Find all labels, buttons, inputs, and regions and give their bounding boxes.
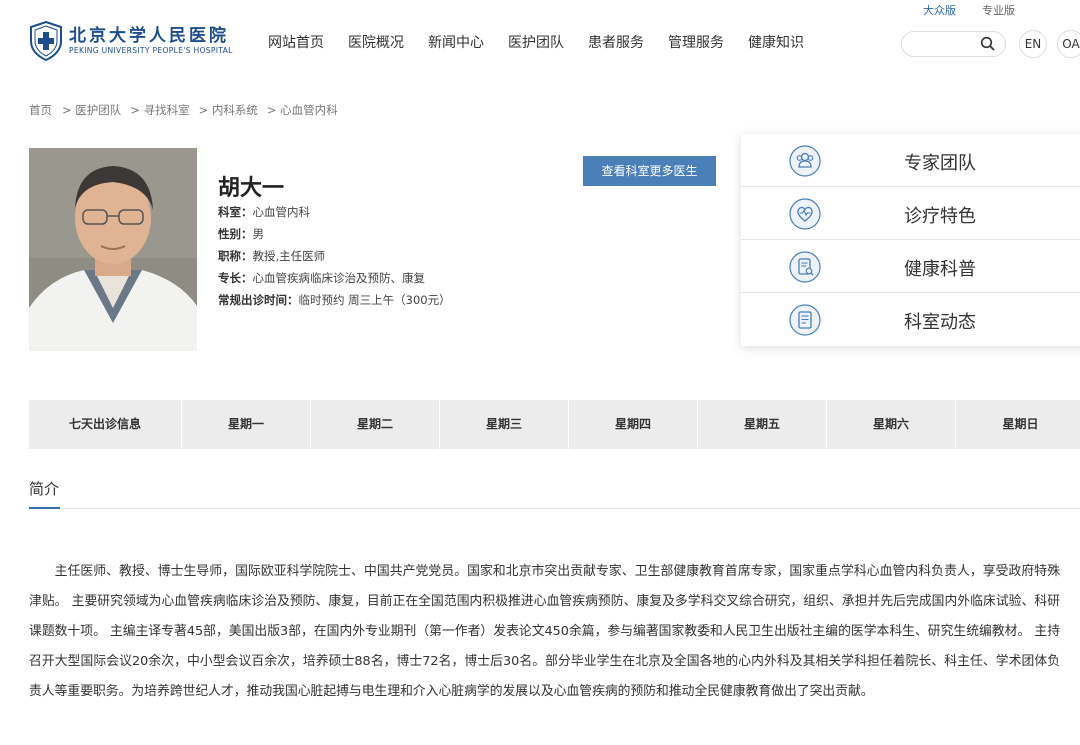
clinic-value: 临时预约 周三上午（300元） (298, 293, 451, 307)
side-item-expert-team[interactable]: 专家团队 (741, 134, 1080, 187)
logo-chinese-name: 北京大学人民医院 (69, 26, 229, 46)
intro-active-underline (29, 507, 60, 509)
side-item-features[interactable]: 诊疗特色 (741, 187, 1080, 240)
side-item-dept-news[interactable]: 科室动态 (741, 293, 1080, 346)
schedule-table-header: 七天出诊信息 星期一 星期二 星期三 星期四 星期五 星期六 星期日 (29, 400, 1080, 449)
doctor-photo (29, 148, 197, 351)
search-input[interactable] (901, 31, 1006, 57)
clinic-label: 常规出诊时间： (218, 293, 299, 307)
nav-news[interactable]: 新闻中心 (428, 32, 484, 52)
breadcrumb-internal-medicine[interactable]: > 内科系统 (199, 102, 258, 118)
side-item-label: 科室动态 (904, 312, 976, 333)
nav-about[interactable]: 医院概况 (348, 32, 404, 52)
breadcrumb: 首页 > 医护团队 > 寻找科室 > 内科系统 > 心血管内科 (29, 102, 338, 118)
doctor-dept: 科室：心血管内科 (218, 204, 310, 220)
dept-label: 科室： (218, 205, 253, 219)
nav-health-knowledge[interactable]: 健康知识 (748, 32, 804, 52)
breadcrumb-cardiology[interactable]: > 心血管内科 (267, 102, 338, 118)
doctor-name: 胡大一 (218, 176, 285, 201)
schedule-header-monday: 星期一 (182, 400, 311, 449)
schedule-header-friday: 星期五 (698, 400, 827, 449)
schedule-header-thursday: 星期四 (569, 400, 698, 449)
schedule-header-wednesday: 星期三 (440, 400, 569, 449)
intro-divider (29, 508, 1080, 509)
intro-heading: 简介 (29, 480, 60, 498)
breadcrumb-find-dept[interactable]: > 寻找科室 (130, 102, 189, 118)
title-label: 职称： (218, 249, 253, 263)
doctor-specialty: 专长：心血管疾病临床诊治及预防、康复 (218, 270, 425, 286)
schedule-header-title: 七天出诊信息 (29, 400, 182, 449)
schedule-header-sunday: 星期日 (1002, 417, 1039, 431)
heart-shield-icon (789, 198, 821, 230)
nav-patient-service[interactable]: 患者服务 (588, 32, 644, 52)
gender-value: 男 (252, 227, 265, 241)
language-en-button[interactable]: EN (1019, 30, 1047, 58)
gender-label: 性别： (218, 227, 253, 241)
logo-english-name: PEKING UNIVERSITY PEOPLE'S HOSPITAL (69, 46, 233, 55)
side-item-label: 专家团队 (904, 153, 976, 174)
side-item-label: 诊疗特色 (904, 206, 976, 227)
hospital-emblem-icon (30, 21, 62, 61)
breadcrumb-home[interactable]: 首页 (29, 102, 52, 118)
doctor-gender: 性别：男 (218, 226, 264, 242)
side-menu: 专家团队 诊疗特色 健康科普 科室动态 (741, 134, 1080, 346)
nav-management[interactable]: 管理服务 (668, 32, 724, 52)
news-icon (789, 304, 821, 336)
nav-home[interactable]: 网站首页 (268, 32, 324, 52)
oa-button[interactable]: OA (1057, 30, 1080, 58)
doctor-title: 职称：教授,主任医师 (218, 248, 325, 264)
team-icon (789, 145, 821, 177)
doctor-clinic-time: 常规出诊时间：临时预约 周三上午（300元） (218, 292, 451, 308)
specialty-label: 专长： (218, 271, 253, 285)
public-version-link[interactable]: 大众版 (923, 2, 956, 18)
main-nav: 网站首页 医院概况 新闻中心 医护团队 患者服务 管理服务 健康知识 (268, 32, 828, 52)
dept-value: 心血管内科 (252, 205, 311, 219)
professional-version-link[interactable]: 专业版 (982, 2, 1015, 18)
version-switch: 大众版 专业版 (0, 2, 1080, 18)
title-value: 教授,主任医师 (252, 249, 326, 263)
document-search-icon (789, 251, 821, 283)
search-icon[interactable] (980, 36, 996, 52)
specialty-value: 心血管疾病临床诊治及预防、康复 (252, 271, 426, 285)
side-item-health-science[interactable]: 健康科普 (741, 240, 1080, 293)
hospital-logo[interactable]: 北京大学人民医院 PEKING UNIVERSITY PEOPLE'S HOSP… (29, 20, 233, 62)
more-doctors-button[interactable]: 查看科室更多医生 (583, 156, 716, 186)
intro-text: 主任医师、教授、博士生导师，国际欧亚科学院院士、中国共产党党员。国家和北京市突出… (29, 564, 1060, 699)
schedule-header-saturday: 星期六 (827, 400, 956, 449)
side-item-label: 健康科普 (904, 259, 976, 280)
breadcrumb-medical-team[interactable]: > 医护团队 (62, 102, 121, 118)
nav-medical-team[interactable]: 医护团队 (508, 32, 564, 52)
schedule-header-tuesday: 星期二 (311, 400, 440, 449)
